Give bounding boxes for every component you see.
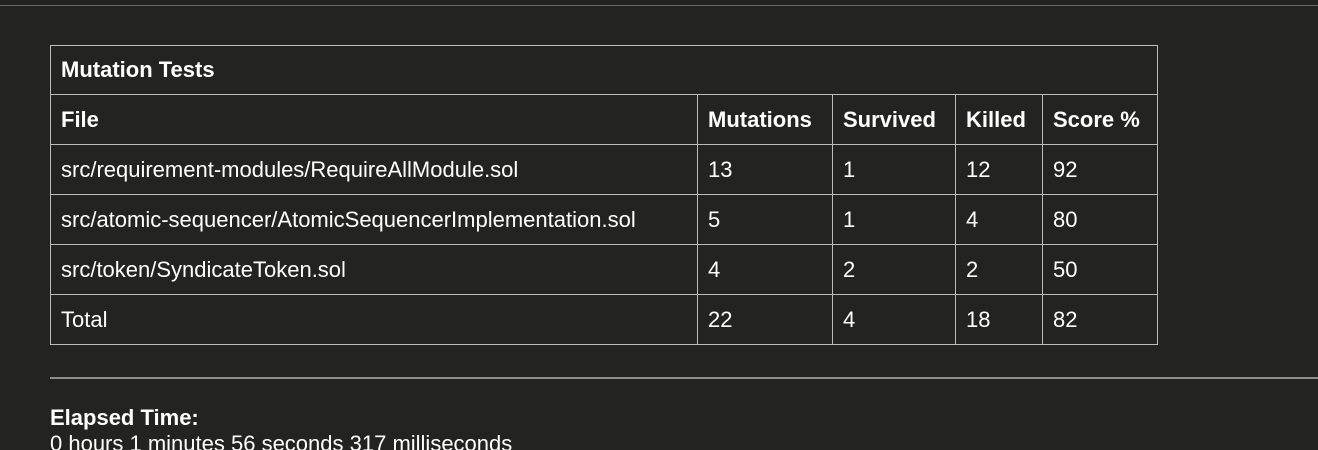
cell-score: 82 — [1042, 294, 1158, 345]
column-header-score: Score % — [1042, 94, 1158, 145]
cell-survived: 2 — [832, 244, 956, 295]
top-divider — [0, 5, 1318, 6]
cell-score: 50 — [1042, 244, 1158, 295]
mutation-tests-table: Mutation Tests File Mutations Survived K… — [50, 45, 1158, 345]
report-page: Mutation Tests File Mutations Survived K… — [0, 0, 1318, 450]
cell-survived: 1 — [832, 194, 956, 245]
elapsed-time-label: Elapsed Time: — [50, 405, 199, 430]
cell-killed: 12 — [955, 144, 1043, 195]
cell-killed: 2 — [955, 244, 1043, 295]
cell-mutations: 4 — [697, 244, 833, 295]
cell-file: src/atomic-sequencer/AtomicSequencerImpl… — [50, 194, 698, 245]
table-row: src/requirement-modules/RequireAllModule… — [50, 144, 1158, 195]
cell-file: Total — [50, 294, 698, 345]
cell-file: src/token/SyndicateToken.sol — [50, 244, 698, 295]
cell-score: 80 — [1042, 194, 1158, 245]
cell-survived: 1 — [832, 144, 956, 195]
cell-survived: 4 — [832, 294, 956, 345]
table-total-row: Total 22 4 18 82 — [50, 294, 1158, 345]
column-header-mutations: Mutations — [697, 94, 833, 145]
table-row: src/atomic-sequencer/AtomicSequencerImpl… — [50, 194, 1158, 245]
table-caption-row: Mutation Tests — [50, 45, 1158, 95]
column-header-survived: Survived — [832, 94, 956, 145]
cell-mutations: 22 — [697, 294, 833, 345]
cell-mutations: 5 — [697, 194, 833, 245]
cell-file: src/requirement-modules/RequireAllModule… — [50, 144, 698, 195]
table-header-row: File Mutations Survived Killed Score % — [50, 94, 1158, 145]
column-header-killed: Killed — [955, 94, 1043, 145]
cell-killed: 18 — [955, 294, 1043, 345]
section-divider — [50, 377, 1318, 379]
elapsed-time-value: 0 hours 1 minutes 56 seconds 317 millise… — [50, 431, 513, 450]
table-title: Mutation Tests — [50, 45, 1158, 95]
cell-killed: 4 — [955, 194, 1043, 245]
column-header-file: File — [50, 94, 698, 145]
table-row: src/token/SyndicateToken.sol 4 2 2 50 — [50, 244, 1158, 295]
cell-score: 92 — [1042, 144, 1158, 195]
cell-mutations: 13 — [697, 144, 833, 195]
